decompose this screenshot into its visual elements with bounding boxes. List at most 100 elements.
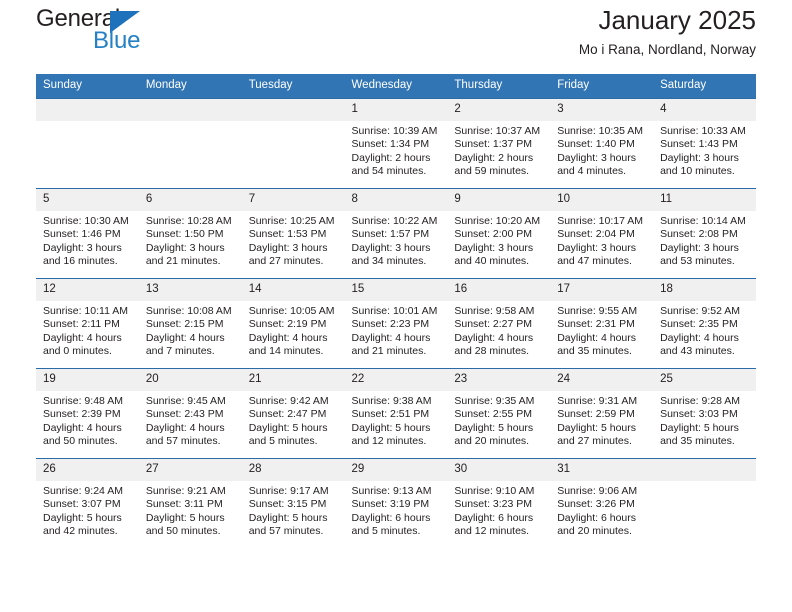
calendar-day-cell[interactable]: 16 Sunrise: 9:58 AM Sunset: 2:27 PM Dayligh… (447, 278, 551, 369)
day-sun-details: Sunrise: 9:45 AM Sunset: 2:43 PM Daylight:… (139, 391, 242, 449)
sunrise-text: Sunrise: 10:01 AM (351, 305, 438, 317)
calendar-week-row: 19 Sunrise: 9:48 AM Sunset: 2:39 PM Dayligh… (36, 368, 756, 459)
calendar-day-cell[interactable]: 2 Sunrise: 10:37 AM Sunset: 1:37 PM Dayligh… (447, 98, 551, 189)
daylight-text-line2: and 14 minutes. (248, 345, 324, 358)
calendar-day-cell[interactable]: 10 Sunrise: 10:17 AM Sunset: 2:04 PM Daylig… (550, 188, 654, 279)
day-number: 19 (36, 369, 139, 391)
daylight-text-line2: and 28 minutes. (454, 345, 530, 358)
calendar-day-cell[interactable]: 28 Sunrise: 9:17 AM Sunset: 3:15 PM Dayligh… (241, 458, 345, 548)
day-number (653, 459, 756, 481)
calendar-day-cell[interactable]: 19 Sunrise: 9:48 AM Sunset: 2:39 PM Dayligh… (36, 368, 139, 459)
day-number: 11 (653, 189, 756, 211)
calendar-day-cell[interactable]: 27 Sunrise: 9:21 AM Sunset: 3:11 PM Dayligh… (138, 458, 242, 548)
sunrise-text: Sunrise: 10:14 AM (660, 215, 746, 227)
sunset-text: Sunset: 2:11 PM (43, 318, 120, 331)
day-number: 25 (653, 369, 756, 391)
month-calendar: Sunday Monday Tuesday Wednesday Thursday… (36, 74, 756, 548)
calendar-day-cell[interactable]: 25 Sunrise: 9:28 AM Sunset: 3:03 PM Dayligh… (653, 368, 756, 459)
calendar-day-cell[interactable]: 14 Sunrise: 10:05 AM Sunset: 2:19 PM Daylig… (241, 278, 345, 369)
calendar-day-cell[interactable]: 29 Sunrise: 9:13 AM Sunset: 3:19 PM Dayligh… (344, 458, 448, 548)
day-number: 8 (344, 189, 448, 211)
daylight-text-line1: Daylight: 5 hours (454, 421, 534, 434)
sunset-text: Sunset: 2:55 PM (454, 408, 533, 421)
page-masthead: General Blue January 2025 Mo i Rana, Nor… (36, 0, 756, 74)
calendar-day-cell[interactable]: 12 Sunrise: 10:11 AM Sunset: 2:11 PM Daylig… (36, 278, 139, 369)
day-sun-details: Sunrise: 10:11 AM Sunset: 2:11 PM Daylight… (36, 301, 139, 359)
sunset-text: Sunset: 3:07 PM (43, 498, 121, 511)
sunset-text: Sunset: 2:08 PM (660, 228, 738, 241)
calendar-day-cell[interactable]: 18 Sunrise: 9:52 AM Sunset: 2:35 PM Dayligh… (653, 278, 756, 369)
day-sun-details: Sunrise: 9:28 AM Sunset: 3:03 PM Daylight:… (653, 391, 756, 449)
sunrise-text: Sunrise: 9:52 AM (660, 305, 741, 317)
calendar-day-cell[interactable]: 6 Sunrise: 10:28 AM Sunset: 1:50 PM Dayligh… (138, 188, 242, 279)
calendar-body: 1 Sunrise: 10:39 AM Sunset: 1:34 PM Dayligh… (36, 98, 756, 548)
calendar-day-cell[interactable]: 15 Sunrise: 10:01 AM Sunset: 2:23 PM Daylig… (344, 278, 448, 369)
day-number: 14 (241, 279, 345, 301)
calendar-day-cell[interactable]: 8 Sunrise: 10:22 AM Sunset: 1:57 PM Dayligh… (344, 188, 448, 279)
day-sun-details: Sunrise: 10:39 AM Sunset: 1:34 PM Daylight… (345, 121, 448, 179)
daylight-text-line1: Daylight: 3 hours (557, 151, 637, 164)
calendar-empty-cell (653, 458, 756, 548)
calendar-day-cell[interactable]: 11 Sunrise: 10:14 AM Sunset: 2:08 PM Daylig… (653, 188, 756, 279)
daylight-text-line1: Daylight: 4 hours (351, 331, 431, 344)
sunset-text: Sunset: 2:39 PM (43, 408, 121, 421)
calendar-page: General Blue January 2025 Mo i Rana, Nor… (0, 0, 792, 612)
daylight-text-line1: Daylight: 3 hours (454, 241, 534, 254)
day-sun-details: Sunrise: 10:22 AM Sunset: 1:57 PM Daylight… (345, 211, 448, 269)
sunset-text: Sunset: 2:59 PM (557, 408, 635, 421)
sunset-text: Sunset: 2:27 PM (454, 318, 533, 331)
day-sun-details: Sunrise: 9:52 AM Sunset: 2:35 PM Daylight:… (653, 301, 756, 359)
day-number: 28 (241, 459, 345, 481)
calendar-day-cell[interactable]: 4 Sunrise: 10:33 AM Sunset: 1:43 PM Dayligh… (653, 98, 756, 189)
calendar-empty-cell (138, 98, 242, 189)
weekday-header-monday: Monday (138, 74, 242, 99)
day-number: 4 (653, 99, 756, 121)
calendar-week-row: 5 Sunrise: 10:30 AM Sunset: 1:46 PM Dayligh… (36, 188, 756, 279)
calendar-day-cell[interactable]: 7 Sunrise: 10:25 AM Sunset: 1:53 PM Dayligh… (241, 188, 345, 279)
day-sun-details: Sunrise: 9:10 AM Sunset: 3:23 PM Daylight:… (447, 481, 550, 539)
daylight-text-line2: and 40 minutes. (454, 255, 530, 268)
calendar-day-cell[interactable]: 23 Sunrise: 9:35 AM Sunset: 2:55 PM Dayligh… (447, 368, 551, 459)
calendar-day-cell[interactable]: 17 Sunrise: 9:55 AM Sunset: 2:31 PM Dayligh… (550, 278, 654, 369)
day-sun-details: Sunrise: 10:05 AM Sunset: 2:19 PM Daylight… (242, 301, 345, 359)
page-title: January 2025 (598, 5, 756, 35)
daylight-text-line1: Daylight: 6 hours (454, 511, 534, 524)
calendar-day-cell[interactable]: 13 Sunrise: 10:08 AM Sunset: 2:15 PM Daylig… (138, 278, 242, 369)
calendar-day-cell[interactable]: 30 Sunrise: 9:10 AM Sunset: 3:23 PM Dayligh… (447, 458, 551, 548)
daylight-text-line1: Daylight: 5 hours (351, 421, 431, 434)
calendar-day-cell[interactable]: 5 Sunrise: 10:30 AM Sunset: 1:46 PM Dayligh… (36, 188, 139, 279)
calendar-day-cell[interactable]: 31 Sunrise: 9:06 AM Sunset: 3:26 PM Dayligh… (550, 458, 654, 548)
day-number (138, 99, 242, 121)
day-sun-details: Sunrise: 10:37 AM Sunset: 1:37 PM Daylight… (447, 121, 550, 179)
day-sun-details: Sunrise: 10:28 AM Sunset: 1:50 PM Daylight… (139, 211, 242, 269)
calendar-day-cell[interactable]: 24 Sunrise: 9:31 AM Sunset: 2:59 PM Dayligh… (550, 368, 654, 459)
daylight-text-line2: and 57 minutes. (145, 435, 221, 448)
calendar-day-cell[interactable]: 3 Sunrise: 10:35 AM Sunset: 1:40 PM Dayligh… (550, 98, 654, 189)
weekday-header-sunday: Sunday (36, 74, 139, 99)
day-number: 17 (550, 279, 654, 301)
day-number (36, 99, 139, 121)
calendar-day-cell[interactable]: 22 Sunrise: 9:38 AM Sunset: 2:51 PM Dayligh… (344, 368, 448, 459)
daylight-text-line1: Daylight: 5 hours (145, 511, 225, 524)
sunset-text: Sunset: 1:46 PM (43, 228, 121, 241)
daylight-text-line1: Daylight: 3 hours (660, 241, 739, 254)
weekday-header-friday: Friday (550, 74, 654, 99)
daylight-text-line2: and 42 minutes. (43, 525, 118, 538)
calendar-day-cell[interactable]: 20 Sunrise: 9:45 AM Sunset: 2:43 PM Dayligh… (138, 368, 242, 459)
day-sun-details: Sunrise: 10:14 AM Sunset: 2:08 PM Daylight… (653, 211, 756, 269)
calendar-day-cell[interactable]: 1 Sunrise: 10:39 AM Sunset: 1:34 PM Dayligh… (344, 98, 448, 189)
calendar-day-cell[interactable]: 21 Sunrise: 9:42 AM Sunset: 2:47 PM Dayligh… (241, 368, 345, 459)
general-blue-logo[interactable]: General Blue (36, 6, 206, 58)
sunset-text: Sunset: 2:00 PM (454, 228, 533, 241)
weekday-header-thursday: Thursday (447, 74, 551, 99)
daylight-text-line2: and 4 minutes. (557, 165, 627, 178)
day-number: 24 (550, 369, 654, 391)
day-number (241, 99, 345, 121)
sunset-text: Sunset: 1:34 PM (351, 138, 430, 151)
day-number: 5 (36, 189, 139, 211)
daylight-text-line1: Daylight: 3 hours (248, 241, 328, 254)
calendar-day-cell[interactable]: 26 Sunrise: 9:24 AM Sunset: 3:07 PM Dayligh… (36, 458, 139, 548)
calendar-day-cell[interactable]: 9 Sunrise: 10:20 AM Sunset: 2:00 PM Dayligh… (447, 188, 551, 279)
sunset-text: Sunset: 3:03 PM (660, 408, 738, 421)
daylight-text-line1: Daylight: 3 hours (145, 241, 225, 254)
